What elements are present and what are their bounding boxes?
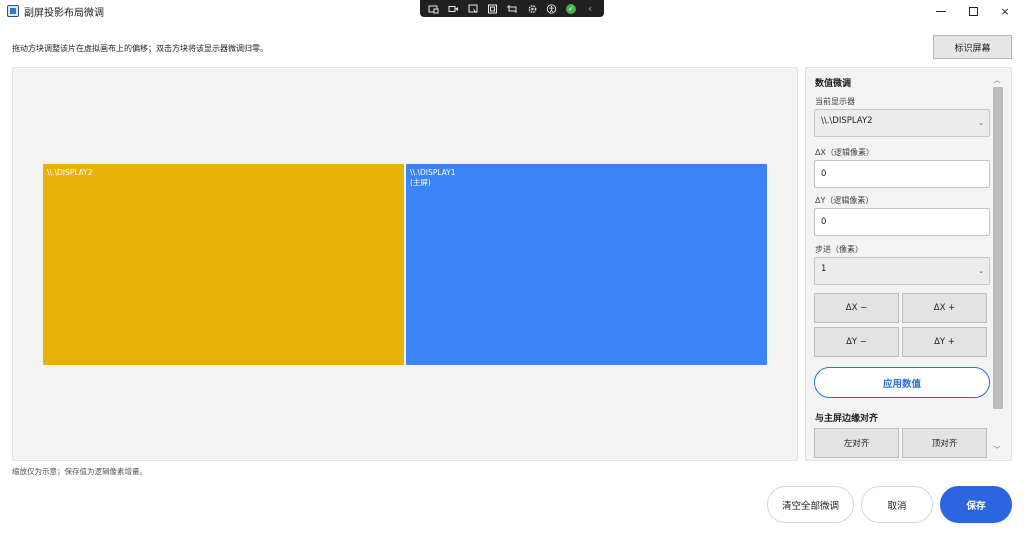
current-display-select[interactable]: \\.\DISPLAY2 ⌄ [814,109,990,137]
display-block-1[interactable]: \\.\DISPLAY1 (主屏) [406,164,767,365]
dy-input[interactable]: 0 [814,208,990,236]
identify-screens-button[interactable]: 标识屏幕 [933,35,1012,59]
display-name-label: \\.\DISPLAY1 [410,168,456,177]
dy-minus-button[interactable]: ΔY − [814,327,899,357]
close-button[interactable]: × [988,0,1022,22]
app-icon [7,5,19,17]
screenshot-icon[interactable] [428,4,439,14]
dy-plus-button[interactable]: ΔY + [902,327,987,357]
cancel-button[interactable]: 取消 [861,486,933,523]
save-button[interactable]: 保存 [940,486,1012,523]
pointer-icon[interactable] [468,4,479,14]
minimize-icon [936,10,946,12]
align-left-button[interactable]: 左对齐 [814,428,899,458]
capture-toolbar: ✓ ‹ [420,0,604,17]
dy-label: ΔY（逻辑像素） [815,196,874,205]
dx-input[interactable]: 0 [814,160,990,188]
clear-all-button[interactable]: 清空全部微调 [767,486,854,523]
align-top-button[interactable]: 顶对齐 [902,428,987,458]
layout-canvas[interactable]: \\.\DISPLAY2 \\.\DISPLAY1 (主屏) [12,67,798,461]
close-icon: × [1000,4,1010,18]
adjust-panel: 数值微调 当前显示器 \\.\DISPLAY2 ⌄ ΔX（逻辑像素） 0 ΔY（… [805,67,1012,461]
record-icon[interactable] [448,4,459,14]
panel-title: 数值微调 [815,79,852,89]
panel-scrollbar[interactable]: ︿ ﹀ [991,74,1003,456]
apply-values-button[interactable]: 应用数值 [814,367,990,398]
display-block-2[interactable]: \\.\DISPLAY2 [43,164,404,365]
dx-label: ΔX（逻辑像素） [815,148,874,157]
scroll-up-icon[interactable]: ︿ [991,74,1003,86]
instruction-text: 拖动方块调整该片在虚拟画布上的偏移；双击方块将该显示器微调归零。 [12,44,268,53]
step-value: 1 [821,264,827,274]
check-icon[interactable]: ✓ [565,3,576,14]
align-section-title: 与主屏边缘对齐 [815,414,879,424]
primary-tag-label: (主屏) [410,178,431,187]
maximize-icon [968,6,978,16]
crop-pin-icon[interactable] [506,4,518,14]
chevron-left-icon[interactable]: ‹ [585,3,596,14]
step-label: 步进（像素） [815,245,863,254]
dx-minus-button[interactable]: ΔX − [814,293,899,323]
step-select[interactable]: 1 ⌄ [814,257,990,285]
scroll-down-icon[interactable]: ﹀ [991,444,1003,456]
window-title: 副屏投影布局微调 [24,8,104,19]
display-name-label: \\.\DISPLAY2 [47,168,93,177]
region-icon[interactable] [487,4,498,14]
settings-icon[interactable] [527,4,538,14]
maximize-button[interactable] [956,0,990,22]
current-display-label: 当前显示器 [815,97,855,106]
chevron-down-icon: ⌄ [978,267,984,275]
current-display-value: \\.\DISPLAY2 [821,116,873,126]
accessibility-icon[interactable] [546,3,557,14]
chevron-down-icon: ⌄ [978,119,984,127]
footnote-text: 缩放仅为示意；保存值为逻辑像素增量。 [12,467,147,476]
dx-plus-button[interactable]: ΔX + [902,293,987,323]
scroll-thumb[interactable] [993,87,1003,409]
minimize-button[interactable] [924,0,958,22]
